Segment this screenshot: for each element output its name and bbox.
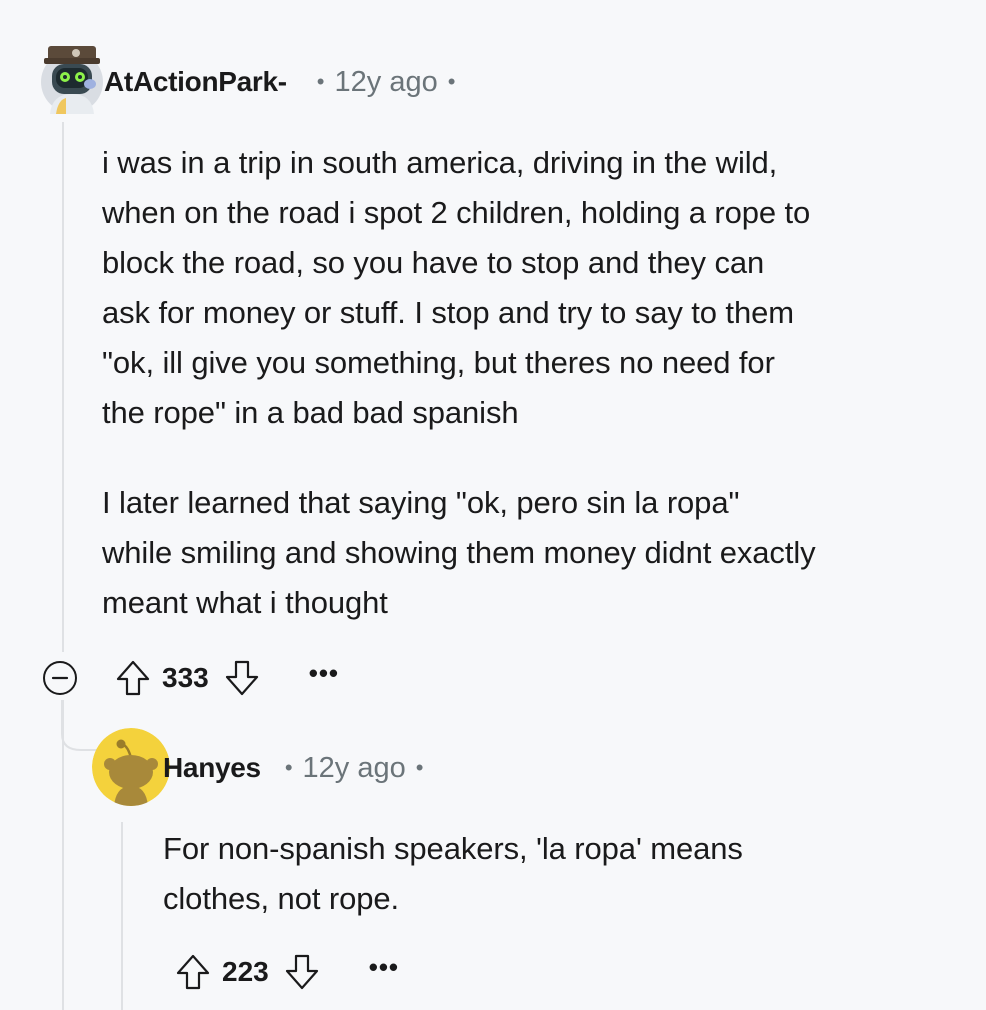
reply-actions: 223 ••• xyxy=(174,950,399,994)
comment-score: 333 xyxy=(162,662,209,693)
collapse-minus-icon[interactable] xyxy=(42,660,78,696)
meta-separator: • xyxy=(284,755,293,780)
comment-paragraph-2: I later learned that saying "ok, pero si… xyxy=(102,485,816,620)
reply-timestamp[interactable]: 12y ago xyxy=(303,752,406,785)
user-avatar[interactable] xyxy=(38,40,106,116)
comment-timestamp[interactable]: 12y ago xyxy=(335,66,438,99)
downvote-arrow-icon[interactable] xyxy=(283,952,321,992)
upvote-arrow-icon[interactable] xyxy=(174,952,212,992)
thread-line-parent[interactable] xyxy=(62,122,64,652)
more-options-button[interactable]: ••• xyxy=(369,954,399,987)
robot-avatar-icon xyxy=(41,46,103,114)
comment-meta: AtActionPark- • 12y ago • xyxy=(104,62,465,102)
comment-paragraph-1: i was in a trip in south america, drivin… xyxy=(102,145,811,430)
reply-username[interactable]: Hanyes xyxy=(163,752,261,784)
reply-user-avatar[interactable] xyxy=(92,728,170,806)
reply-meta: Hanyes • 12y ago • xyxy=(163,748,433,788)
comment-username[interactable]: AtActionPark- xyxy=(104,66,287,98)
more-options-button[interactable]: ••• xyxy=(309,660,339,693)
reply-score: 223 xyxy=(222,956,269,987)
meta-separator: • xyxy=(447,69,456,94)
upvote-arrow-icon[interactable] xyxy=(114,658,152,698)
comment-actions: 333 ••• xyxy=(114,656,339,700)
thread-line-reply[interactable] xyxy=(121,822,123,1010)
downvote-arrow-icon[interactable] xyxy=(223,658,261,698)
reply-body: For non-spanish speakers, 'la ropa' mean… xyxy=(163,831,743,916)
meta-separator: • xyxy=(415,755,424,780)
snoo-avatar-icon xyxy=(92,728,170,806)
meta-separator: • xyxy=(316,69,325,94)
